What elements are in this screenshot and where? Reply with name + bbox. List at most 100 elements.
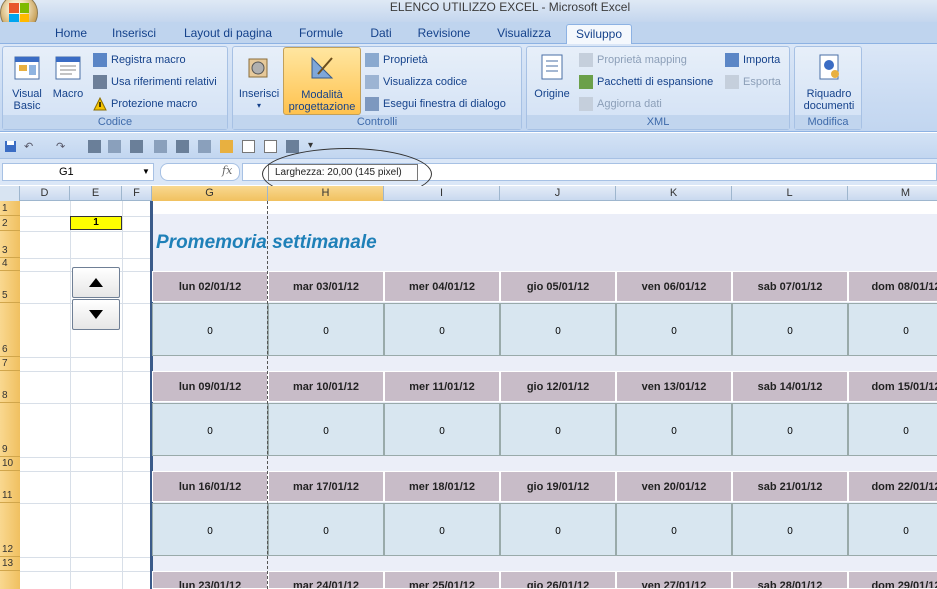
day-header[interactable]: mar 17/01/12 [268, 471, 384, 502]
visual-basic-button[interactable]: Visual Basic [5, 51, 49, 112]
column-header-i[interactable]: I [384, 186, 500, 201]
day-value[interactable]: 0 [384, 303, 500, 356]
day-value[interactable]: 0 [616, 303, 732, 356]
spin-down-button[interactable] [72, 299, 120, 330]
day-header[interactable]: lun 23/01/12 [152, 571, 268, 589]
riferimenti-relativi-button[interactable]: Usa riferimenti relativi [93, 73, 217, 91]
esporta-button[interactable]: Esporta [725, 73, 781, 91]
row-header-11[interactable]: 11 [0, 471, 20, 503]
day-header[interactable]: ven 13/01/12 [616, 371, 732, 402]
cell-e2[interactable]: 1 [70, 216, 122, 230]
name-box[interactable]: G1 [2, 163, 154, 181]
save-icon[interactable] [4, 140, 17, 153]
day-header[interactable]: dom 22/01/12 [848, 471, 937, 502]
new-document-icon[interactable] [242, 140, 255, 153]
macro-button[interactable]: Macro [49, 51, 87, 100]
row-header-9[interactable]: 9 [0, 403, 20, 457]
origine-button[interactable]: Origine [529, 51, 575, 100]
row-header-1[interactable]: 1 [0, 201, 20, 216]
riquadro-documenti-button[interactable]: Riquadro documenti [797, 51, 861, 112]
day-value[interactable]: 0 [732, 303, 848, 356]
day-value[interactable]: 0 [268, 503, 384, 556]
print-preview-icon[interactable] [264, 140, 277, 153]
day-value[interactable]: 0 [500, 303, 616, 356]
open-folder-icon[interactable] [220, 140, 233, 153]
day-value[interactable]: 0 [732, 403, 848, 456]
day-header[interactable]: mer 11/01/12 [384, 371, 500, 402]
day-header[interactable]: sab 21/01/12 [732, 471, 848, 502]
tool-icon-3[interactable] [130, 140, 143, 153]
day-value[interactable]: 0 [616, 403, 732, 456]
day-header[interactable]: dom 08/01/12 [848, 271, 937, 302]
tool-icon-6[interactable] [198, 140, 211, 153]
day-header[interactable]: lun 02/01/12 [152, 271, 268, 302]
name-box-dropdown-icon[interactable]: ▼ [142, 167, 150, 176]
day-header[interactable]: ven 20/01/12 [616, 471, 732, 502]
day-header[interactable]: mar 10/01/12 [268, 371, 384, 402]
registra-macro-button[interactable]: Registra macro [93, 51, 186, 69]
day-header[interactable]: gio 19/01/12 [500, 471, 616, 502]
proprieta-mapping-button[interactable]: Proprietà mapping [579, 51, 687, 69]
protezione-macro-button[interactable]: Protezione macro [93, 95, 197, 113]
inserisci-control-button[interactable]: Inserisci ▾ [235, 51, 283, 112]
day-header[interactable]: gio 05/01/12 [500, 271, 616, 302]
day-value[interactable]: 0 [848, 503, 937, 556]
day-value[interactable]: 0 [152, 403, 268, 456]
day-header[interactable]: sab 28/01/12 [732, 571, 848, 589]
tool-icon-5[interactable] [176, 140, 189, 153]
row-header-3[interactable]: 3 [0, 231, 20, 258]
tab-inserisci[interactable]: Inserisci [104, 24, 164, 44]
tab-revisione[interactable]: Revisione [410, 24, 478, 44]
row-header-12[interactable]: 12 [0, 503, 20, 557]
column-header-l[interactable]: L [732, 186, 848, 201]
redo-icon[interactable]: ↷ [56, 140, 69, 153]
column-header-d[interactable]: D [20, 186, 70, 201]
tool-icon-2[interactable] [108, 140, 121, 153]
day-header[interactable]: mar 03/01/12 [268, 271, 384, 302]
column-header-h[interactable]: H [268, 186, 384, 201]
visualizza-codice-button[interactable]: Visualizza codice [365, 73, 467, 91]
day-value[interactable]: 0 [848, 303, 937, 356]
tool-icon-4[interactable] [154, 140, 167, 153]
column-header-m[interactable]: M [848, 186, 937, 201]
row-header-14[interactable] [0, 571, 20, 589]
spin-up-button[interactable] [72, 267, 120, 298]
row-header-2[interactable]: 2 [0, 216, 20, 231]
select-all-corner[interactable] [0, 186, 20, 201]
row-header-4[interactable]: 4 [0, 258, 20, 271]
tool-icon-1[interactable] [88, 140, 101, 153]
importa-button[interactable]: Importa [725, 51, 780, 69]
row-header-8[interactable]: 8 [0, 371, 20, 403]
row-header-10[interactable]: 10 [0, 457, 20, 471]
tab-layout[interactable]: Layout di pagina [176, 24, 280, 44]
day-header[interactable]: ven 06/01/12 [616, 271, 732, 302]
day-header[interactable]: ven 27/01/12 [616, 571, 732, 589]
day-header[interactable]: sab 07/01/12 [732, 271, 848, 302]
row-header-5[interactable]: 5 [0, 271, 20, 303]
day-header[interactable]: mer 25/01/12 [384, 571, 500, 589]
day-header[interactable]: dom 29/01/12 [848, 571, 937, 589]
day-value[interactable]: 0 [732, 503, 848, 556]
day-value[interactable]: 0 [384, 503, 500, 556]
tab-home[interactable]: Home [48, 24, 94, 44]
column-header-k[interactable]: K [616, 186, 732, 201]
pacchetti-button[interactable]: Pacchetti di espansione [579, 73, 713, 91]
day-value[interactable]: 0 [500, 403, 616, 456]
day-value[interactable]: 0 [152, 503, 268, 556]
row-header-13[interactable]: 13 [0, 557, 20, 571]
insert-function-icon[interactable]: fx [222, 164, 232, 177]
tab-visualizza[interactable]: Visualizza [488, 24, 560, 44]
proprieta-button[interactable]: Proprietà [365, 51, 428, 69]
tool-icon-7[interactable] [286, 140, 299, 153]
tab-formule[interactable]: Formule [290, 24, 352, 44]
day-header[interactable]: mar 24/01/12 [268, 571, 384, 589]
day-value[interactable]: 0 [268, 303, 384, 356]
tab-dati[interactable]: Dati [362, 24, 400, 44]
day-value[interactable]: 0 [848, 403, 937, 456]
day-value[interactable]: 0 [268, 403, 384, 456]
day-header[interactable]: lun 16/01/12 [152, 471, 268, 502]
tab-sviluppo[interactable]: Sviluppo [566, 24, 632, 45]
column-header-j[interactable]: J [500, 186, 616, 201]
day-header[interactable]: dom 15/01/12 [848, 371, 937, 402]
column-header-g[interactable]: G [152, 186, 268, 201]
